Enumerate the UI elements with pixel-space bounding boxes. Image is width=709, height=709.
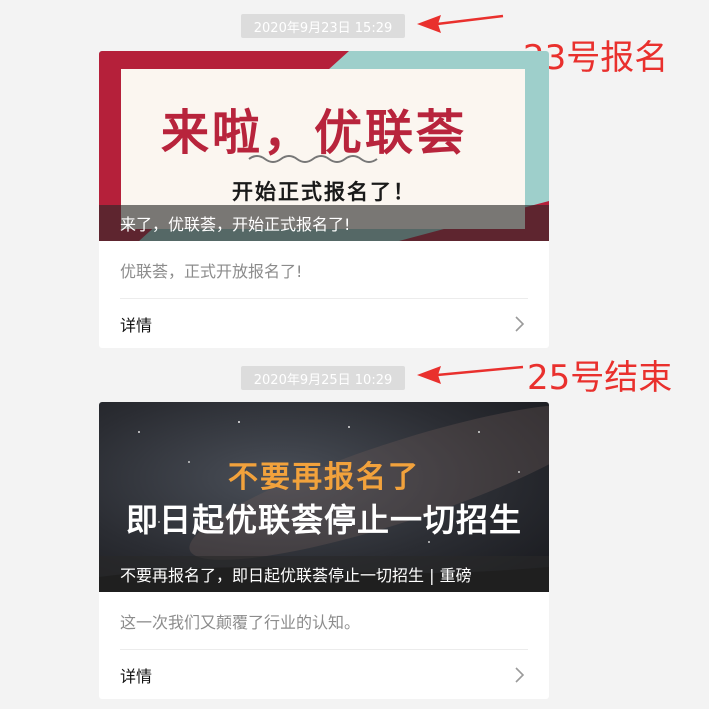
cover-caption: 不要再报名了，即日起优联荟停止一切招生 | 重磅 [99, 556, 549, 592]
article-cover-image[interactable]: 不要再报名了 即日起优联荟停止一切招生 不要再报名了，即日起优联荟停止一切招生 … [99, 402, 549, 592]
article-summary: 这一次我们又颠覆了行业的认知。 [120, 592, 528, 650]
chevron-right-icon [515, 666, 525, 683]
article-card[interactable]: 来啦，优联荟 开始正式报名了！ 来了，优联荟，开始正式报名了! 优联荟，正式开放… [99, 51, 549, 348]
detail-label: 详情 [120, 315, 153, 335]
cover-headline: 来啦，优联荟 [161, 105, 468, 161]
article-cover-image[interactable]: 来啦，优联荟 开始正式报名了！ 来了，优联荟，开始正式报名了! [99, 51, 549, 241]
chevron-right-icon [515, 315, 525, 332]
cover-subheadline: 即日起优联荟停止一切招生 [125, 501, 522, 539]
red-arrow-icon [417, 365, 524, 384]
article-summary: 优联荟，正式开放报名了! [120, 241, 528, 299]
cover-headline: 不要再报名了 [228, 460, 420, 495]
annotation-end-date: 25号结束 [527, 358, 673, 398]
cover-caption: 来了，优联荟，开始正式报名了! [99, 205, 549, 241]
cover-subheadline: 开始正式报名了！ [232, 180, 416, 204]
detail-label: 详情 [120, 666, 153, 686]
post-timestamp: 2020年9月23日 15:29 [241, 14, 405, 38]
red-arrow-icon [417, 14, 504, 33]
post-timestamp: 2020年9月25日 10:29 [241, 366, 405, 390]
detail-link[interactable]: 详情 [120, 299, 528, 348]
detail-link[interactable]: 详情 [120, 650, 528, 699]
article-card[interactable]: 不要再报名了 即日起优联荟停止一切招生 不要再报名了，即日起优联荟停止一切招生 … [99, 402, 549, 699]
